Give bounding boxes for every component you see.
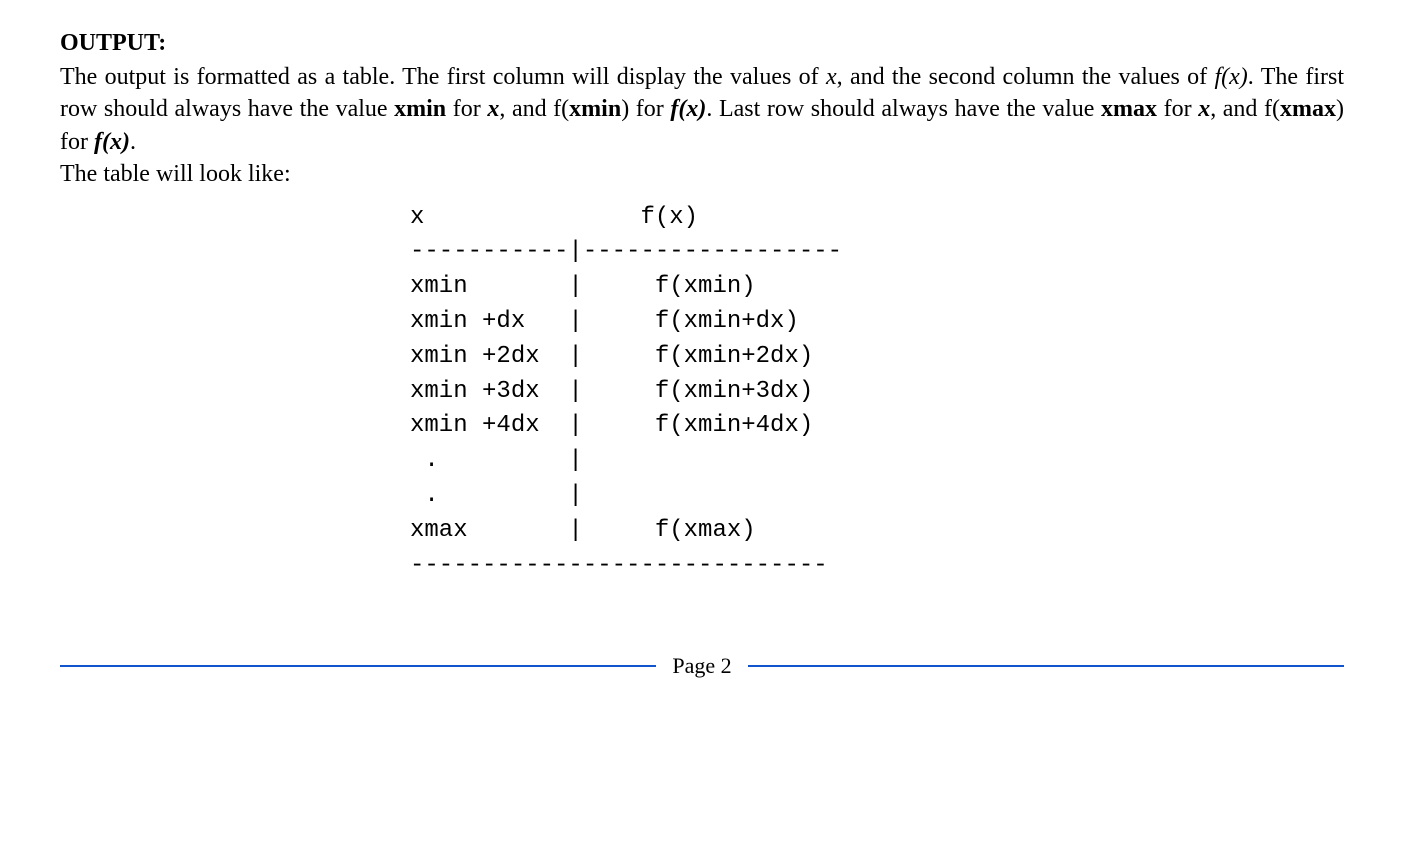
text-segment: , and f( [499, 96, 569, 122]
var-fx: f(x) [1214, 64, 1247, 90]
ascii-table: x f(x) -----------|------------------ xm… [410, 201, 1344, 584]
text-segment: The output is formatted as a table. The … [60, 64, 826, 90]
var-x: x [826, 64, 837, 90]
var-x: x [487, 96, 499, 122]
output-paragraph: The output is formatted as a table. The … [60, 61, 1344, 158]
page-footer: Page 2 [60, 653, 1344, 679]
footer-rule-right [748, 665, 1344, 667]
page-number: Page 2 [672, 653, 731, 679]
text-segment: . [130, 129, 136, 155]
footer-rule-left [60, 665, 656, 667]
var-fx: f(x) [94, 129, 130, 155]
text-segment: for [446, 96, 487, 122]
kw-xmax: xmax [1280, 96, 1336, 122]
text-segment: for [1157, 96, 1198, 122]
kw-xmin: xmin [394, 96, 446, 122]
text-segment: ) for [621, 96, 670, 122]
text-segment: , and the second column the values of [837, 64, 1215, 90]
var-fx: f(x) [670, 96, 706, 122]
output-heading: OUTPUT: [60, 30, 1344, 57]
text-segment: . Last row should always have the value [706, 96, 1101, 122]
table-intro: The table will look like: [60, 158, 1344, 190]
text-segment: , and f( [1210, 96, 1280, 122]
kw-xmin: xmin [569, 96, 621, 122]
var-x: x [1198, 96, 1210, 122]
kw-xmax: xmax [1101, 96, 1157, 122]
